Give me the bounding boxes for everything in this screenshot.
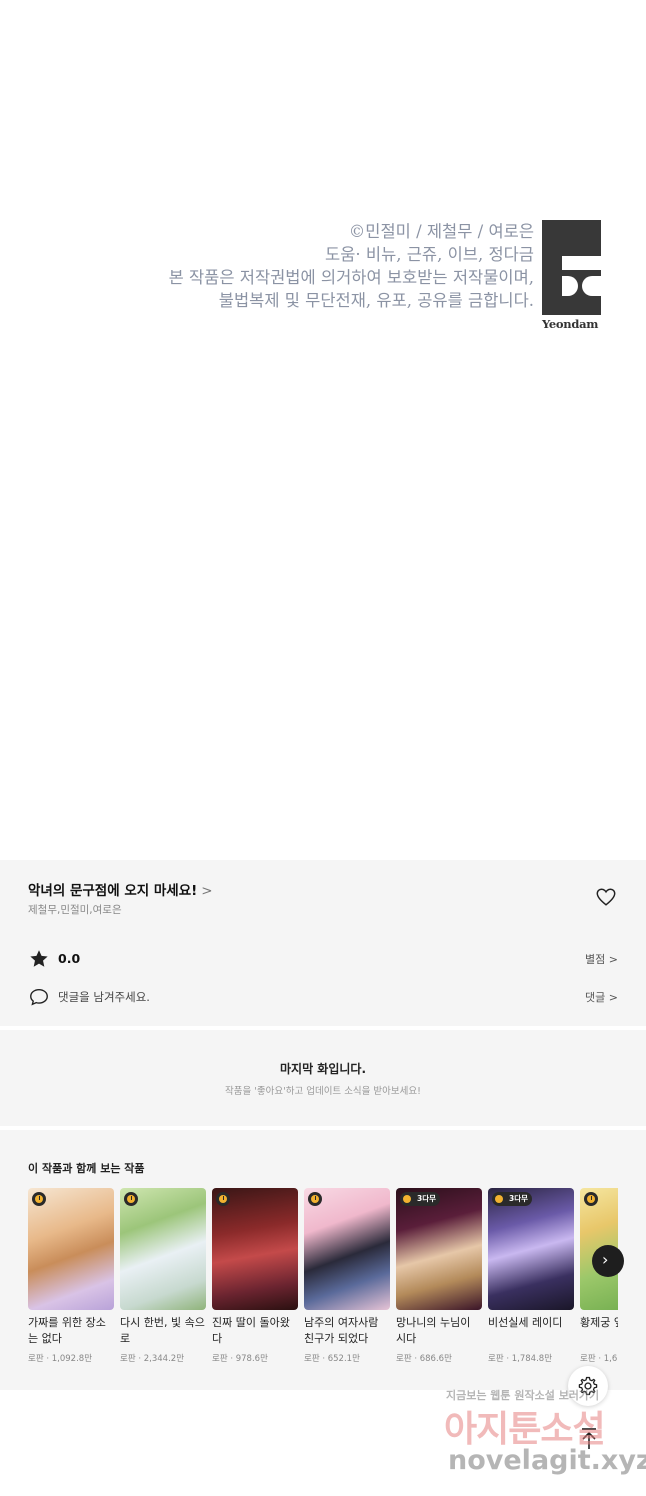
card-meta: 로판 · 652.1만 [304,1354,360,1364]
free-wait-badge: 3다무 [400,1192,441,1206]
card-meta: 로판 · 1,784.8만 [488,1354,553,1364]
copyright-line: ©민절미 / 제철무 / 여로은 [348,222,534,241]
copyright-line: 불법복제 및 무단전재, 유포, 공유를 금합니다. [218,291,534,310]
series-authors: 제철무,민절미,여로은 [28,904,122,916]
card-meta: 로판 · 1,6 [580,1354,618,1364]
logo-wordmark: Yeondam [542,317,599,331]
section-divider [0,1026,646,1030]
cover-thumbnail: 3다무 [488,1188,574,1310]
card-meta: 로판 · 686.6만 [396,1354,452,1364]
card-title: 남주의 여자사람 친구가 되었다 [304,1316,379,1345]
watermark-domain: novelagit.xyz [448,1445,646,1476]
card-title: 망나니의 누님이 시다 [396,1316,471,1345]
clock-icon [32,1192,46,1206]
card-title: 비선실세 레이디 [488,1316,563,1329]
copyright-line: 본 작품은 저작권법에 의거하여 보호받는 저작물이며, [168,268,534,287]
card-meta: 로판 · 2,344.2만 [120,1354,185,1364]
card-meta: 로판 · 978.6만 [212,1354,268,1364]
rating-link[interactable]: 별점 > [585,951,618,967]
chevron-right-icon: > [201,883,213,899]
episode-viewer-page: ©민절미 / 제철무 / 여로은 도움· 비뉴, 근쥬, 이브, 정다금 본 작… [0,0,646,1496]
clock-icon [216,1192,230,1206]
gear-icon [578,1376,598,1396]
card-title: 진짜 딸이 돌아왔다 [212,1316,290,1345]
carousel-next-button[interactable]: › [592,1245,624,1277]
cover-thumbnail: 3다무 [396,1188,482,1310]
series-info-panel: 악녀의 문구점에 오지 마세요! > 제철무,민절미,여로은 0.0 별점 > 댓… [0,860,646,1390]
comment-link[interactable]: 댓글 > [585,989,618,1005]
series-title: 악녀의 문구점에 오지 마세요! [28,883,198,899]
last-episode-notice: 마지막 화입니다. 작품을 '좋아요'하고 업데이트 소식을 받아보세요! [0,1060,646,1097]
cover-thumbnail [120,1188,206,1310]
heart-icon[interactable] [595,886,617,908]
card-title: 가짜를 위한 장소는 없다 [28,1316,106,1345]
series-title-link[interactable]: 악녀의 문구점에 오지 마세요! > [28,879,213,899]
viewer-settings-button[interactable] [568,1366,608,1406]
last-episode-title: 마지막 화입니다. [279,1062,367,1076]
cover-thumbnail [28,1188,114,1310]
chevron-right-icon: › [602,1250,609,1269]
arrow-up-icon[interactable] [574,1424,604,1454]
card-title: 다시 한번, 빛 속으로 [120,1316,205,1345]
clock-icon [584,1192,598,1206]
card-meta: 로판 · 1,092.8만 [28,1354,93,1364]
rating-score: 0.0 [58,951,81,966]
cover-thumbnail [304,1188,390,1310]
cover-thumbnail [212,1188,298,1310]
recommendations-carousel: 가짜를 위한 장소는 없다 로판 · 1,092.8만 다시 한번, 빛 속으로… [28,1188,618,1378]
clock-icon [308,1192,322,1206]
comment-row: 댓글을 남겨주세요. 댓글 > [28,986,618,1008]
comment-prompt[interactable]: 댓글을 남겨주세요. [58,989,150,1005]
recommendations-heading: 이 작품과 함께 보는 작품 [28,1162,145,1175]
free-wait-badge: 3다무 [492,1192,533,1206]
section-divider [0,1126,646,1130]
yeondam-logo: Yeondam [542,220,602,332]
copyright-notice: ©민절미 / 제철무 / 여로은 도움· 비뉴, 근쥬, 이브, 정다금 본 작… [100,220,534,312]
site-watermark: 지금보는 웹툰 원작소설 보러가기 아지툰소설 novelagit.xyz [444,1385,646,1485]
speech-bubble-icon [30,988,48,1006]
clock-icon [124,1192,138,1206]
clock-icon [495,1195,503,1203]
last-episode-subtitle: 작품을 '좋아요'하고 업데이트 소식을 받아보세요! [225,1086,421,1097]
card-title: 황제궁 옆에 농장 [580,1316,618,1329]
copyright-line: 도움· 비뉴, 근쥬, 이브, 정다금 [325,245,534,264]
rating-row: 0.0 별점 > [28,948,618,970]
clock-icon [403,1195,411,1203]
star-icon [30,950,48,967]
